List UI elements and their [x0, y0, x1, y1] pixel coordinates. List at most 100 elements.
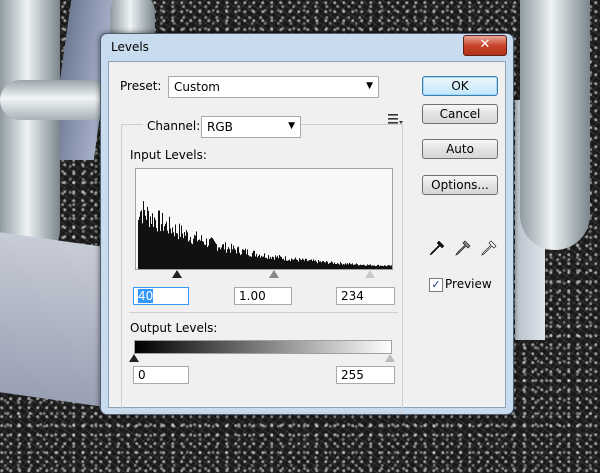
histogram — [135, 168, 393, 270]
histogram-bar — [259, 254, 260, 269]
histogram-bar — [192, 244, 193, 269]
output-white-value: 255 — [341, 368, 364, 382]
histogram-bar — [330, 262, 331, 269]
histogram-bar — [376, 266, 377, 269]
background-plate — [0, 232, 110, 408]
histogram-bar — [141, 210, 142, 269]
preset-select[interactable]: Custom ▼ — [168, 76, 379, 98]
histogram-bar — [319, 261, 320, 269]
close-button[interactable]: ✕ — [463, 35, 507, 56]
histogram-bar — [151, 223, 152, 269]
histogram-bar — [365, 265, 366, 269]
histogram-bar — [224, 249, 225, 269]
input-black-slider[interactable] — [172, 270, 182, 278]
histogram-bar — [165, 223, 166, 269]
histogram-bar — [176, 233, 177, 269]
histogram-bar — [175, 224, 176, 269]
histogram-bar — [205, 245, 206, 269]
histogram-bar — [159, 210, 160, 269]
histogram-bar — [339, 264, 340, 269]
chevron-down-icon: ▼ — [288, 121, 295, 131]
histogram-bar — [163, 230, 164, 269]
histogram-bar — [158, 210, 159, 269]
title-bar[interactable]: Levels ✕ — [101, 34, 513, 60]
histogram-bar — [211, 237, 212, 269]
input-white-field[interactable]: 234 — [336, 287, 395, 305]
histogram-bar — [335, 264, 336, 269]
histogram-bar — [313, 259, 314, 269]
histogram-bar — [251, 256, 252, 269]
histogram-bar — [309, 260, 310, 269]
histogram-bar — [273, 257, 274, 269]
histogram-bar — [363, 264, 364, 269]
output-black-field[interactable]: 0 — [133, 366, 189, 384]
histogram-bar — [216, 244, 217, 269]
gray-eyedropper-icon[interactable] — [454, 239, 472, 257]
input-black-field[interactable]: 40 — [133, 287, 189, 305]
histogram-bar — [252, 252, 253, 269]
histogram-bar — [377, 264, 378, 269]
histogram-bar — [243, 249, 244, 269]
histogram-bar — [236, 253, 237, 269]
histogram-bar — [370, 264, 371, 269]
histogram-bar — [364, 265, 365, 269]
histogram-bar — [178, 239, 179, 269]
cancel-button[interactable]: Cancel — [422, 104, 498, 124]
histogram-bar — [287, 260, 288, 269]
histogram-bar — [233, 245, 234, 269]
histogram-bar — [329, 263, 330, 269]
histogram-bar — [326, 261, 327, 269]
histogram-bar — [304, 260, 305, 269]
histogram-bar — [185, 235, 186, 269]
histogram-bar — [391, 265, 392, 269]
input-gamma-field[interactable]: 1.00 — [234, 287, 292, 305]
preview-label[interactable]: Preview — [445, 277, 492, 291]
histogram-bar — [196, 231, 197, 269]
input-white-slider[interactable] — [365, 270, 375, 278]
histogram-bar — [270, 256, 271, 269]
background-pipe — [0, 80, 110, 120]
histogram-bar — [342, 264, 343, 269]
histogram-bar — [369, 264, 370, 269]
output-white-field[interactable]: 255 — [336, 366, 395, 384]
histogram-bar — [154, 217, 155, 269]
histogram-bar — [257, 257, 258, 269]
histogram-bar — [293, 259, 294, 269]
histogram-bar — [222, 244, 223, 269]
histogram-bar — [336, 263, 337, 269]
options-button[interactable]: Options... — [422, 175, 498, 195]
histogram-bar — [194, 234, 195, 269]
histogram-bar — [240, 255, 241, 269]
output-black-slider[interactable] — [129, 354, 139, 362]
histogram-bar — [179, 223, 180, 269]
histogram-bar — [193, 238, 194, 269]
output-white-slider[interactable] — [385, 354, 395, 362]
histogram-bar — [289, 259, 290, 269]
white-eyedropper-icon[interactable] — [480, 239, 498, 257]
histogram-bars — [138, 201, 392, 269]
ok-button[interactable]: OK — [422, 76, 498, 96]
black-eyedropper-icon[interactable] — [428, 239, 446, 257]
histogram-bar — [260, 257, 261, 269]
histogram-bar — [280, 256, 281, 269]
histogram-bar — [160, 231, 161, 269]
preview-checkbox[interactable]: ✓ — [429, 278, 443, 292]
histogram-bar — [238, 246, 239, 269]
histogram-bar — [256, 253, 257, 269]
histogram-bar — [220, 249, 221, 269]
histogram-bar — [248, 255, 249, 269]
histogram-bar — [315, 260, 316, 269]
histogram-bar — [184, 231, 185, 269]
input-white-value: 234 — [341, 289, 364, 303]
histogram-bar — [341, 263, 342, 269]
histogram-bar — [162, 212, 163, 269]
channel-select[interactable]: RGB ▼ — [201, 116, 301, 138]
histogram-bar — [345, 263, 346, 269]
histogram-bar — [204, 244, 205, 269]
histogram-bar — [180, 236, 181, 269]
input-gamma-slider[interactable] — [269, 270, 279, 278]
levels-dialog: Levels ✕ Preset: Custom ▼ OK Cancel Auto… — [100, 33, 514, 415]
histogram-bar — [149, 227, 150, 269]
auto-button[interactable]: Auto — [422, 139, 498, 159]
histogram-bar — [343, 263, 344, 269]
